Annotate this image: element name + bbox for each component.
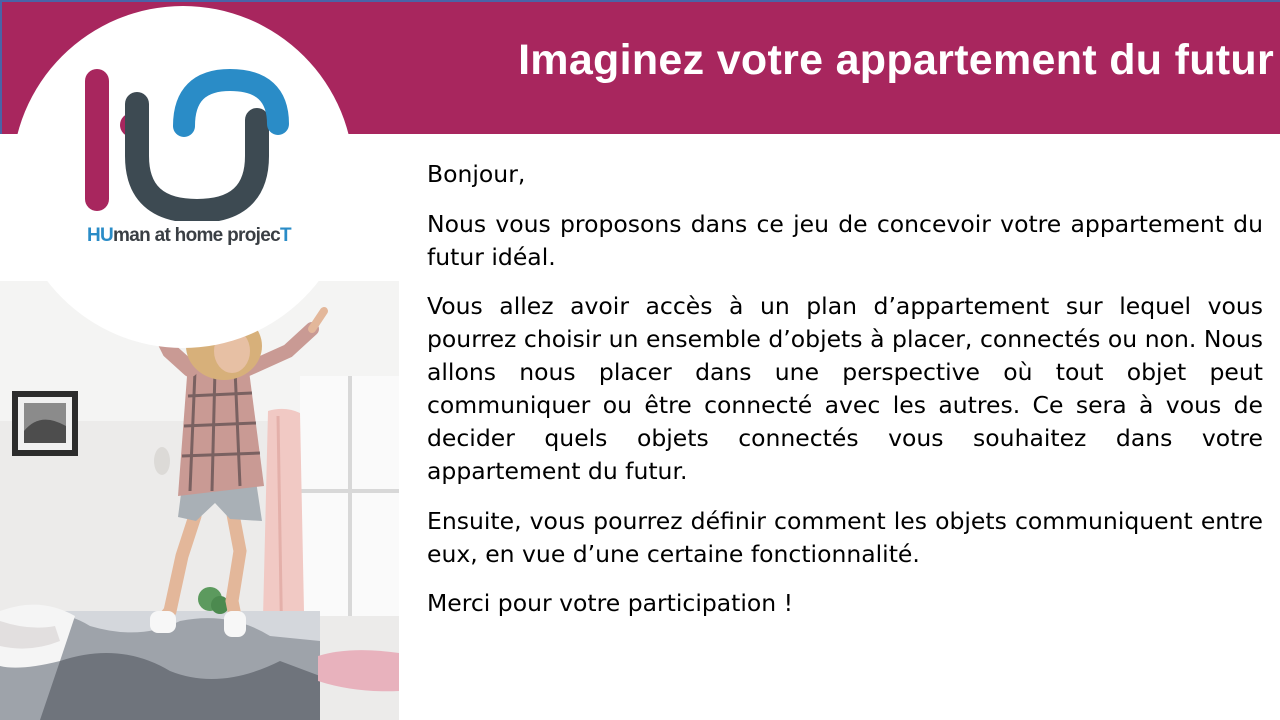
paragraph-thanks: Merci pour votre participation ! [427,589,794,617]
hu-logo-mark [85,68,289,221]
paragraph-next-step: Ensuite, vous pourrez définir comment le… [427,506,1263,568]
logo-middle: man at home projec [113,225,281,246]
intro-text: Bonjour, Nous vous proposons dans ce jeu… [427,158,1263,637]
paragraph-instructions: Vous allez avoir accès à un plan d’appar… [427,292,1263,485]
logo-wordmark: HUman at home projecT [87,225,317,247]
page-title: Imaginez votre appartement du futur [518,36,1274,84]
paragraph-greeting: Bonjour, [427,160,526,188]
logo-badge: HUman at home projecT [12,6,354,348]
logo-suffix: T [279,225,292,246]
logo-prefix: HU [87,225,114,246]
paragraph-proposal: Nous vous proposons dans ce jeu de conce… [427,209,1263,271]
